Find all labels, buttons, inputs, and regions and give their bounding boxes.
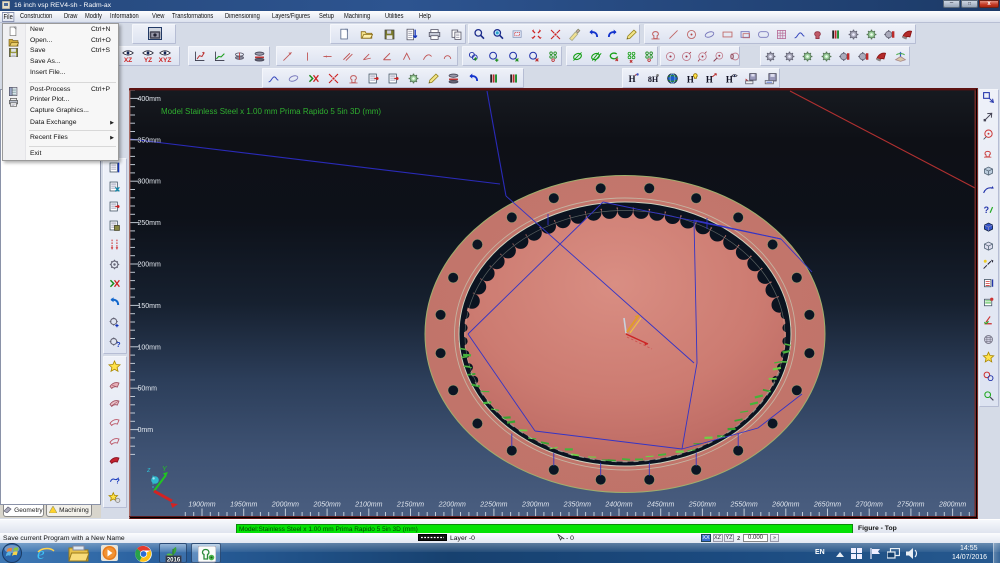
svg-text:2750mm: 2750mm	[896, 502, 924, 509]
svg-text:50mm: 50mm	[138, 386, 158, 393]
svg-text:100mm: 100mm	[138, 344, 162, 351]
svg-text:2100mm: 2100mm	[354, 502, 382, 509]
svg-text:0mm: 0mm	[138, 427, 154, 434]
svg-text:XYZ: XYZ	[159, 57, 172, 63]
svg-text:1900mm: 1900mm	[188, 502, 215, 509]
svg-text:2500mm: 2500mm	[688, 502, 716, 509]
svg-text:300mm: 300mm	[138, 179, 162, 186]
svg-text:H: H	[629, 73, 636, 83]
svg-text:?: ?	[984, 205, 989, 215]
svg-text:e: e	[37, 544, 45, 563]
svg-text:2650mm: 2650mm	[813, 502, 841, 509]
svg-text:2600mm: 2600mm	[771, 502, 799, 509]
svg-text:2200mm: 2200mm	[438, 502, 466, 509]
svg-text:2150mm: 2150mm	[396, 502, 424, 509]
svg-text:2250mm: 2250mm	[479, 502, 507, 509]
svg-text:2000mm: 2000mm	[271, 502, 299, 509]
svg-text:400mm: 400mm	[138, 96, 162, 103]
svg-text:?: ?	[115, 476, 120, 485]
svg-text:?: ?	[116, 340, 121, 348]
svg-text:XZ: XZ	[124, 57, 132, 63]
svg-text:2550mm: 2550mm	[729, 502, 757, 509]
svg-text:2400mm: 2400mm	[604, 502, 632, 509]
svg-text:2700mm: 2700mm	[855, 502, 883, 509]
svg-text:2050mm: 2050mm	[312, 502, 340, 509]
svg-text:YZ: YZ	[144, 57, 152, 63]
svg-text:250mm: 250mm	[138, 220, 162, 227]
svg-text:150mm: 150mm	[138, 303, 162, 310]
svg-text:H: H	[706, 74, 713, 84]
svg-text:2800mm: 2800mm	[938, 502, 966, 509]
svg-text:2350mm: 2350mm	[563, 502, 591, 509]
svg-text:1950mm: 1950mm	[230, 502, 257, 509]
svg-text:200mm: 200mm	[138, 262, 162, 269]
svg-text:2016: 2016	[167, 557, 181, 563]
svg-text:2300mm: 2300mm	[521, 502, 549, 509]
svg-text:z: z	[146, 467, 151, 474]
svg-text:H: H	[725, 74, 732, 84]
svg-text:H: H	[686, 74, 693, 84]
svg-text:Model Stainless Steel x 1.00 m: Model Stainless Steel x 1.00 mm Prima Ra…	[161, 107, 381, 116]
svg-text:350mm: 350mm	[138, 137, 162, 144]
svg-text:2450mm: 2450mm	[646, 502, 674, 509]
